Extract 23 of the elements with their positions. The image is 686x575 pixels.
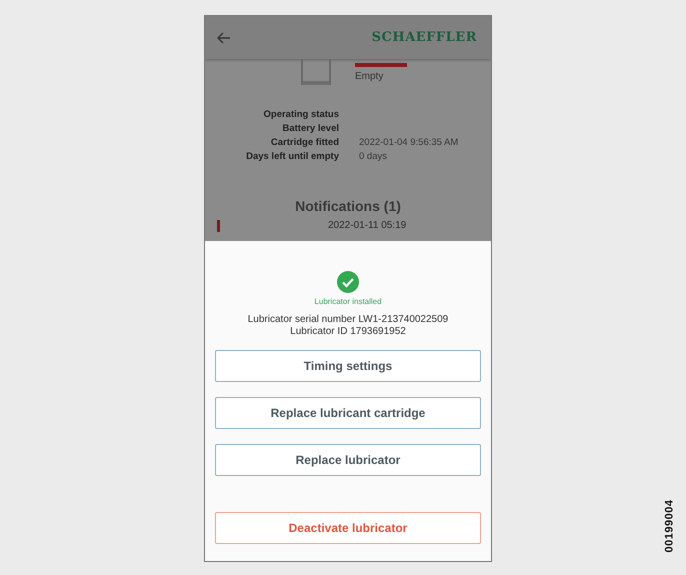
lubricator-id-text: Lubricator ID 1793691952: [290, 326, 406, 338]
detail-value: 0 days: [359, 151, 388, 162]
deactivate-button[interactable]: Deactivate lubricator: [215, 512, 481, 544]
cartridge-status: Empty: [355, 71, 384, 82]
notification-marker: [217, 220, 220, 232]
detail-value: 2022-01-04 9:56:35 AM: [359, 137, 460, 148]
fill-indicator-bar: [355, 63, 407, 67]
notification-time: 2022-01-11 05:19: [328, 220, 406, 231]
detail-label: Operating status: [262, 109, 339, 120]
detail-label: Cartridge fitted: [270, 137, 339, 148]
notifications-heading: Notifications (1): [295, 198, 401, 214]
figure-code: 00199004: [664, 500, 676, 552]
status-text: Lubricator installed: [314, 297, 382, 306]
detail-label: Days left until empty: [245, 151, 339, 162]
action-button[interactable]: Replace lubricator: [215, 444, 481, 476]
action-button[interactable]: Timing settings: [215, 350, 481, 382]
detail-label: Battery level: [281, 123, 339, 134]
back-arrow-icon[interactable]: [217, 32, 231, 44]
brand-logo: SCHAEFFLER: [372, 30, 477, 45]
cartridge-icon: [301, 59, 331, 85]
serial-number-text: Lubricator serial number LW1-213740022509: [248, 314, 448, 326]
check-circle-icon: [337, 271, 359, 293]
action-button[interactable]: Replace lubricant cartridge: [215, 397, 481, 429]
